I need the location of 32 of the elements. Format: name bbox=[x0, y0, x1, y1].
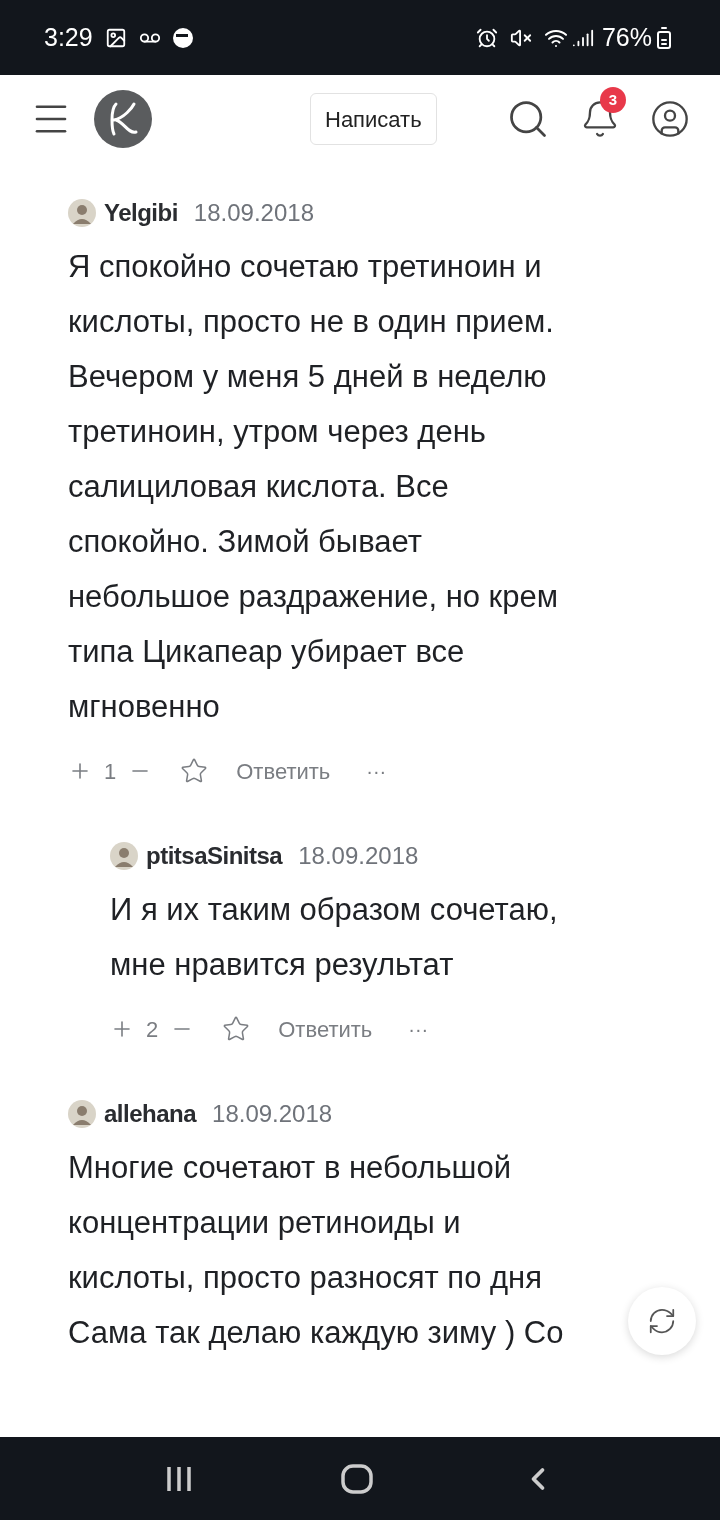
circle-icon bbox=[172, 27, 193, 48]
profile-icon[interactable] bbox=[650, 99, 690, 139]
home-icon[interactable] bbox=[341, 1462, 373, 1495]
comment-text: Я спокойно сочетаю третиноин и кислоты, просто не в один прием. Вечером у меня 5 дней в неделю третиноин, утром через день салициловая кислота. Все спокойно. Зимой бывает небольшое раздражение, но крем типа Цикапеар убирает все мгновенно bbox=[68, 248, 558, 726]
reply-link[interactable]: Ответить bbox=[236, 754, 331, 788]
refresh-icon bbox=[647, 1306, 677, 1336]
author-name[interactable]: Yelgibi bbox=[104, 195, 178, 231]
vote-count: 1 bbox=[104, 757, 117, 786]
avatar bbox=[68, 1100, 96, 1128]
avatar bbox=[68, 199, 96, 227]
write-button[interactable]: Написать bbox=[310, 93, 437, 145]
comment-text: Многие сочетают в небольшой концентрации ретиноиды и кислоты, просто разносят по дня Сама так делаю каждую зиму ) Со bbox=[68, 1149, 564, 1352]
battery-percent: 76% bbox=[601, 21, 652, 53]
vote-count: 2 bbox=[146, 1015, 159, 1044]
logo-icon[interactable] bbox=[94, 90, 152, 148]
status-time: 3:29 bbox=[44, 21, 93, 53]
comment-date: 18.09.2018 bbox=[298, 841, 419, 871]
refresh-button[interactable] bbox=[628, 1287, 696, 1355]
reply-link[interactable]: Ответить bbox=[278, 1012, 373, 1046]
avatar bbox=[110, 842, 138, 870]
star-icon[interactable] bbox=[222, 1015, 251, 1043]
comment-text: И я их таким образом сочетаю, мне нравится результат bbox=[110, 891, 558, 984]
more-button[interactable]: ··· bbox=[408, 1014, 429, 1044]
comment-date: 18.09.2018 bbox=[193, 198, 314, 228]
author-name[interactable]: ptitsaSinitsa bbox=[146, 838, 283, 874]
more-button[interactable]: ··· bbox=[366, 756, 387, 786]
star-icon[interactable] bbox=[180, 757, 209, 785]
comment-date: 18.09.2018 bbox=[212, 1099, 333, 1129]
alarm-icon bbox=[475, 26, 498, 49]
image-icon bbox=[104, 26, 127, 49]
author-name[interactable]: allehana bbox=[104, 1096, 197, 1132]
notification-badge: 3 bbox=[600, 87, 626, 113]
